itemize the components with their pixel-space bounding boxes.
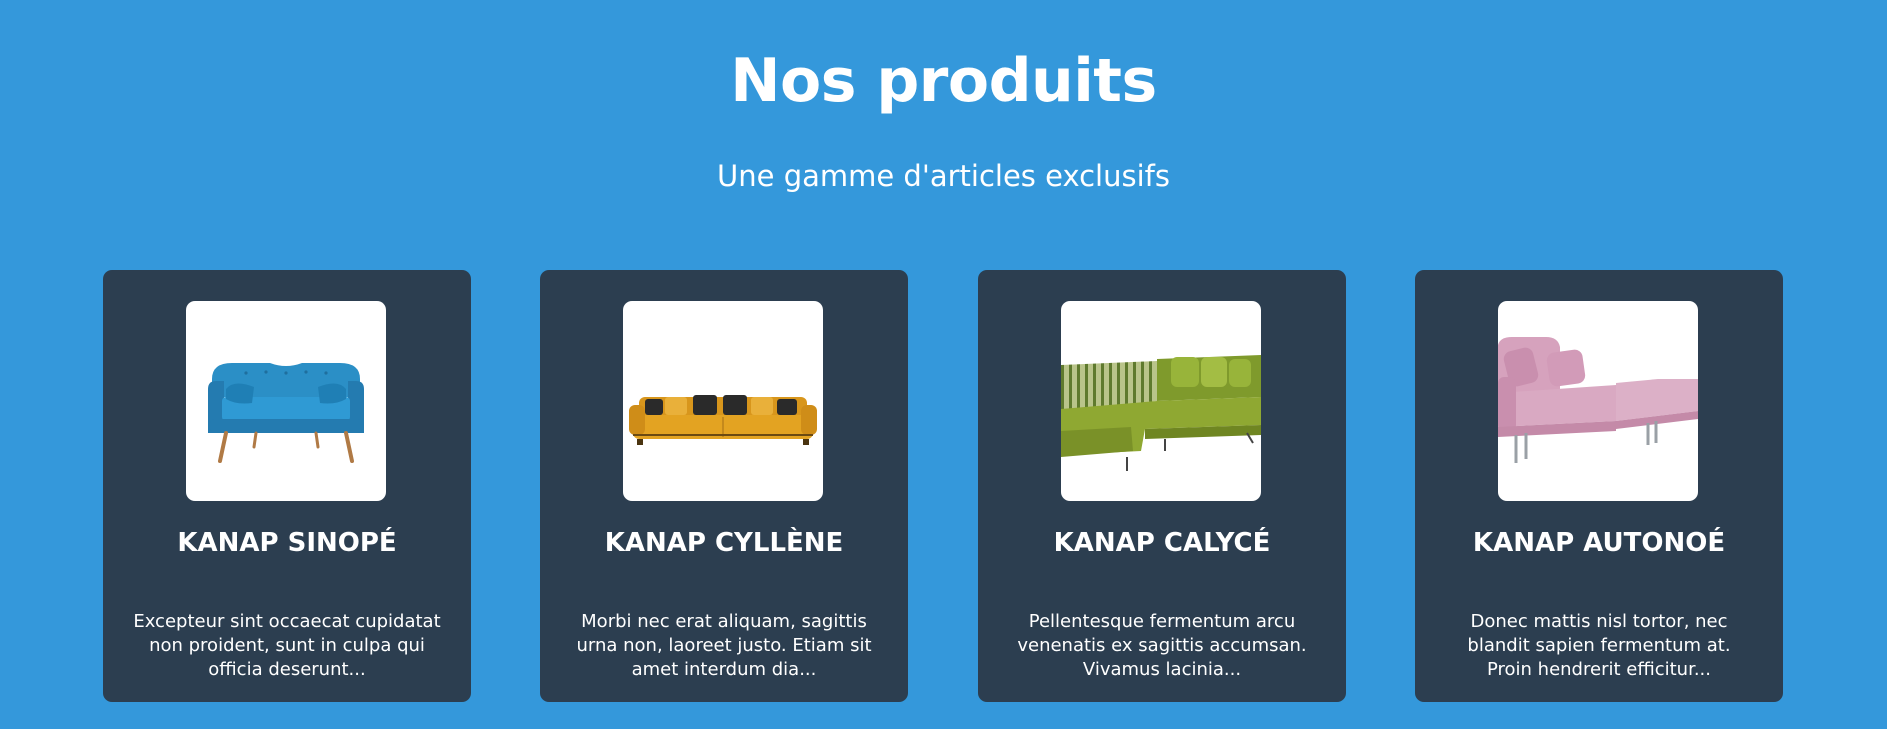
sofa-icon: [1061, 355, 1261, 471]
product-description: Morbi nec erat aliquam, sagittis urna no…: [576, 611, 872, 680]
product-card-autonoe[interactable]: KANAP AUTONOÉ Donec mattis nisl tortor, …: [1415, 270, 1783, 702]
yellow-sofa-image[interactable]: [623, 301, 823, 501]
product-name: KANAP SINOPÉ: [177, 528, 397, 558]
page-title: Nos produits: [730, 46, 1157, 116]
green-sectional-sofa-image[interactable]: [1061, 301, 1261, 501]
blue-sofa-image[interactable]: [186, 301, 386, 501]
product-description: Pellentesque fermentum arcu venenatis ex…: [1017, 611, 1307, 680]
page-subtitle: Une gamme d'articles exclusifs: [717, 159, 1170, 193]
product-card-calyce[interactable]: KANAP CALYCÉ Pellentesque fermentum arcu…: [978, 270, 1346, 702]
sofa-icon: [208, 363, 364, 463]
product-card-cyllene[interactable]: KANAP CYLLÈNE Morbi nec erat aliquam, sa…: [540, 270, 908, 702]
product-card-sinope[interactable]: KANAP SINOPÉ Excepteur sint occaecat cup…: [103, 270, 471, 702]
product-name: KANAP CYLLÈNE: [604, 528, 844, 558]
sofa-icon: [629, 395, 817, 445]
product-name: KANAP CALYCÉ: [1053, 528, 1271, 558]
product-description: Donec mattis nisl tortor, nec blandit sa…: [1467, 611, 1731, 680]
sofa-icon: [1498, 337, 1698, 463]
pink-sofa-image[interactable]: [1498, 301, 1698, 501]
product-name: KANAP AUTONOÉ: [1472, 528, 1726, 558]
product-description: Excepteur sint occaecat cupidatat non pr…: [133, 611, 441, 680]
product-list: KANAP SINOPÉ Excepteur sint occaecat cup…: [103, 270, 1784, 702]
